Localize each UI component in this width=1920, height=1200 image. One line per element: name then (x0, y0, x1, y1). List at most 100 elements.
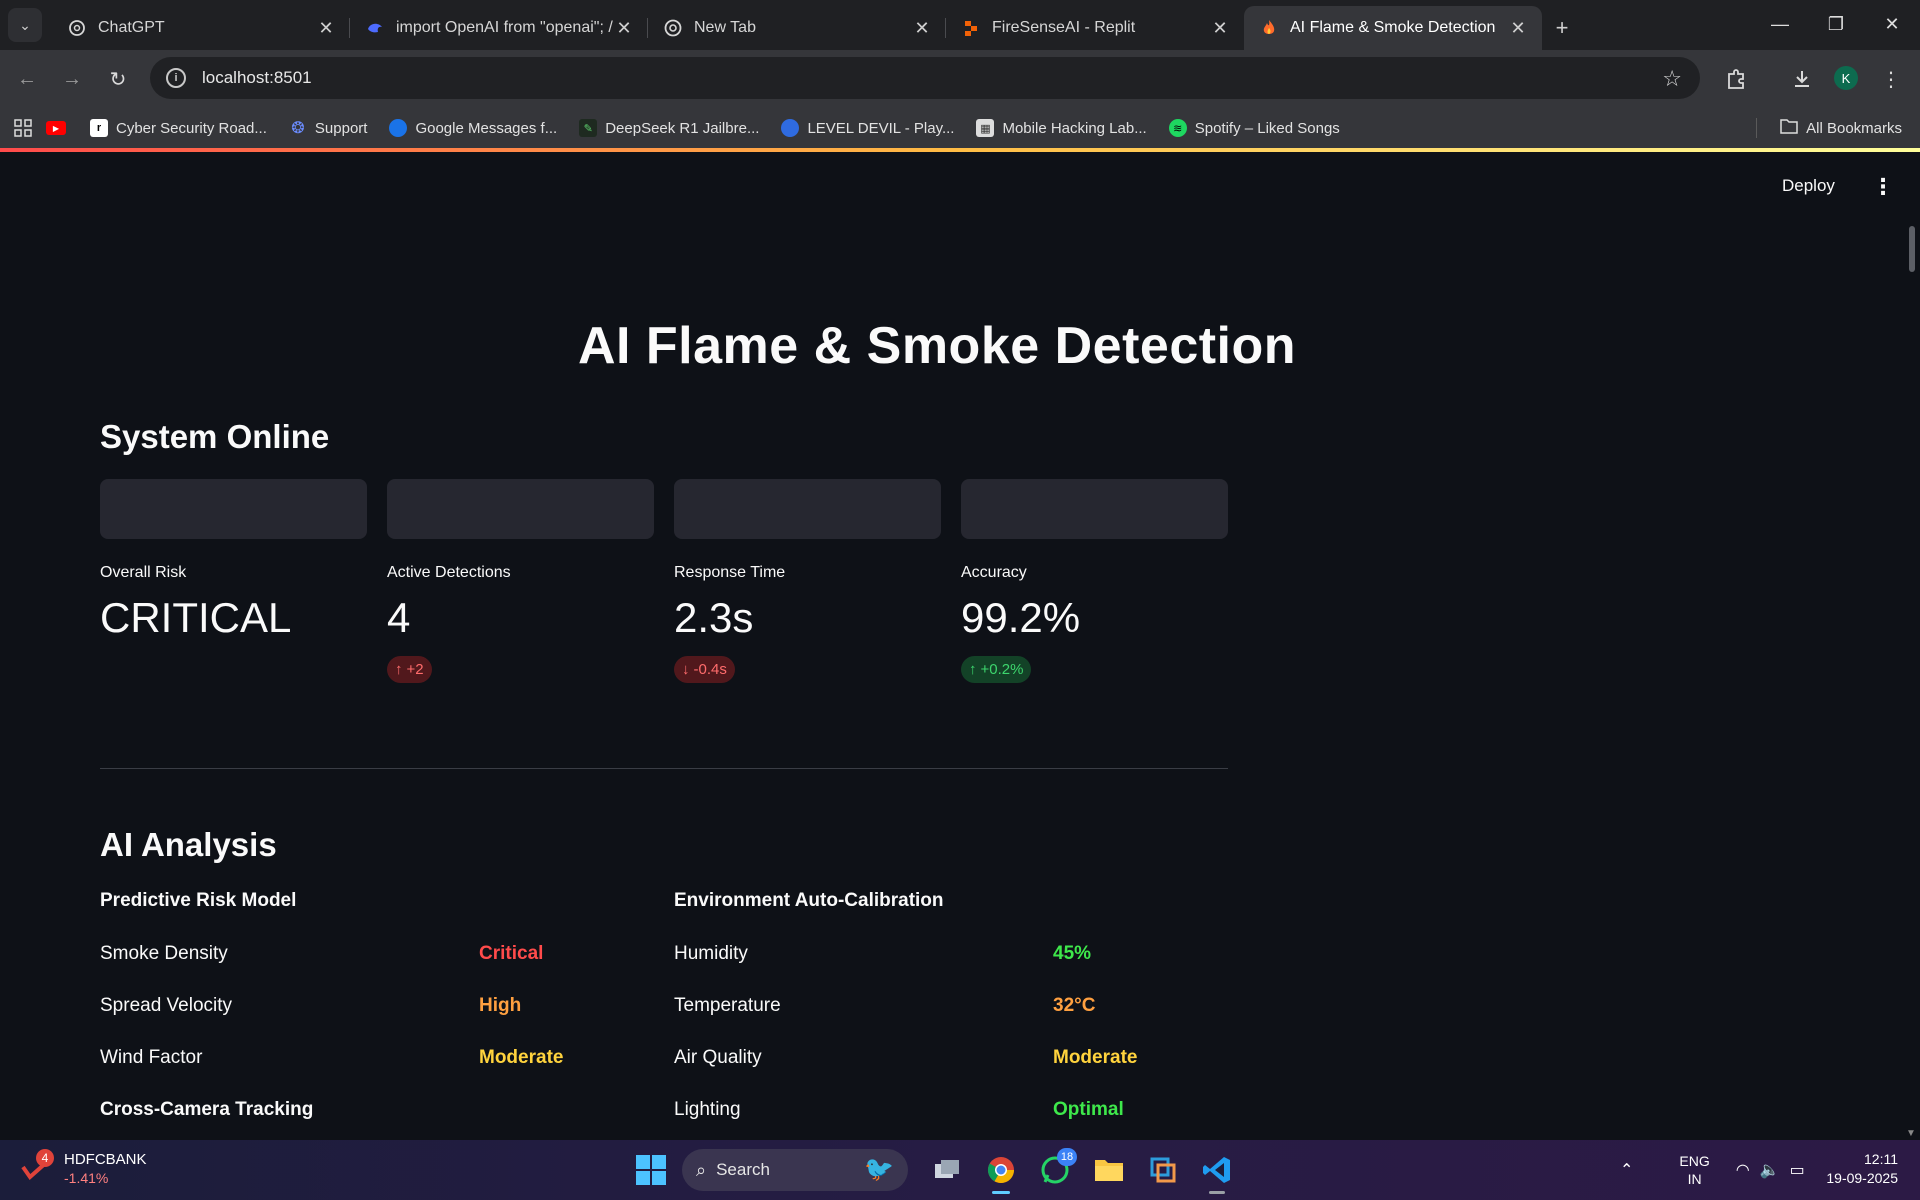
profile-avatar[interactable]: K (1834, 66, 1858, 90)
notification-badge: 4 (36, 1149, 54, 1167)
windows-start-icon[interactable] (636, 1155, 666, 1185)
close-icon[interactable]: ✕ (316, 18, 336, 39)
tab-title: FireSenseAI - Replit (992, 19, 1136, 36)
restore-button[interactable]: ❐ (1808, 0, 1864, 48)
metric-card-placeholder (387, 479, 654, 539)
deploy-button[interactable]: Deploy (1782, 176, 1835, 196)
tab-list: ChatGPT ✕ import OpenAI from "openai"; /… (52, 6, 1582, 50)
language-indicator[interactable]: ENG IN (1679, 1152, 1709, 1188)
url-text: localhost:8501 (202, 68, 312, 87)
bookmark-cyber-security[interactable]: r Cyber Security Road... (90, 119, 267, 137)
region-code: IN (1687, 1171, 1702, 1187)
back-button[interactable]: ← (12, 64, 42, 94)
page-title: AI Flame & Smoke Detection (577, 317, 1297, 375)
arrow-left-icon: ← (17, 67, 37, 90)
folder-icon (1780, 118, 1798, 138)
minimize-button[interactable]: — (1752, 0, 1808, 48)
tab-openai-import[interactable]: import OpenAI from "openai"; / ✕ (350, 6, 648, 50)
analysis-heading: AI Analysis (100, 826, 277, 863)
reload-icon: ↻ (109, 68, 127, 91)
bookmark-support[interactable]: ❂ Support (289, 119, 367, 138)
extensions-icon[interactable] (1721, 64, 1751, 94)
row-value-wind-factor: Moderate (479, 1047, 564, 1068)
metric-label-active-detections: Active Detections (387, 564, 511, 581)
tab-new-tab[interactable]: New Tab ✕ (648, 6, 946, 50)
browser-menu-icon[interactable]: ⋮ (1876, 64, 1906, 94)
browser-toolbar: ← → ↻ i localhost:8501 ☆ ⋮ (0, 50, 1920, 108)
search-label: Search (716, 1160, 770, 1179)
forward-button[interactable]: → (57, 64, 87, 94)
row-label-air-quality: Air Quality (674, 1047, 762, 1068)
remote-desktop-icon[interactable] (1141, 1148, 1185, 1192)
bookmark-spotify[interactable]: ≋ Spotify – Liked Songs (1168, 119, 1340, 137)
chevron-up-icon[interactable]: ⌃ (1620, 1160, 1633, 1180)
row-label-smoke-density: Smoke Density (100, 943, 228, 964)
task-view-icon[interactable] (925, 1148, 969, 1192)
reload-button[interactable]: ↻ (103, 64, 133, 94)
chatgpt-icon (68, 19, 86, 37)
apps-icon[interactable] (14, 119, 32, 137)
page-scrollbar[interactable] (1909, 226, 1915, 272)
window-controls: — ❐ ✕ (1752, 0, 1920, 48)
tab-chatgpt[interactable]: ChatGPT ✕ (52, 6, 350, 50)
chrome-taskbar-icon[interactable] (979, 1148, 1023, 1194)
metric-value-response-time: 2.3s (674, 594, 754, 641)
metric-value-overall-risk: CRITICAL (100, 594, 292, 641)
address-bar[interactable]: i localhost:8501 ☆ (150, 57, 1700, 99)
notification-badge: 18 (1057, 1148, 1077, 1166)
all-bookmarks-button[interactable]: All Bookmarks (1780, 118, 1902, 138)
row-value-spread-velocity: High (479, 995, 522, 1016)
arrow-up-icon: ↑ (969, 661, 977, 678)
scroll-down-icon[interactable]: ▼ (1906, 1128, 1916, 1139)
bookmark-level-devil[interactable]: LEVEL DEVIL - Play... (781, 119, 954, 137)
row-value-temperature: 32°C (1053, 995, 1096, 1016)
metric-value-active-detections: 4 (387, 594, 411, 641)
tab-title: import OpenAI from "openai"; / (396, 19, 613, 36)
metric-label-response-time: Response Time (674, 564, 786, 581)
tab-firesenseai-replit[interactable]: FireSenseAI - Replit ✕ (946, 6, 1244, 50)
tab-ai-flame-smoke[interactable]: AI Flame & Smoke Detection ✕ (1244, 6, 1542, 50)
vscode-icon[interactable] (1195, 1148, 1239, 1194)
bookmark-star-icon[interactable]: ☆ (1662, 66, 1682, 92)
whatsapp-icon[interactable]: 18 (1033, 1148, 1077, 1192)
row-value-humidity: 45% (1053, 943, 1092, 964)
row-label-humidity: Humidity (674, 943, 748, 964)
language-code: ENG (1679, 1153, 1710, 1169)
stock-widget[interactable]: 4 HDFCBANK -1.41% (20, 1149, 147, 1188)
taskbar-search[interactable]: ⌕ Search 🐦 (682, 1149, 908, 1191)
minimize-icon: — (1771, 13, 1789, 34)
app-menu-icon[interactable]: ⋮ (1872, 174, 1894, 200)
bookmark-deepseek[interactable]: ✎ DeepSeek R1 Jailbre... (579, 119, 759, 137)
stock-change: -1.41% (64, 1170, 109, 1186)
download-icon[interactable] (1787, 64, 1817, 94)
file-explorer-icon[interactable] (1087, 1148, 1131, 1192)
taskbar-apps: ⌕ Search 🐦 18 (636, 1146, 1244, 1194)
new-tab-button[interactable]: + (1542, 6, 1582, 50)
predictive-heading: Predictive Risk Model (100, 890, 297, 911)
close-icon[interactable]: ✕ (1508, 18, 1528, 39)
metric-card-placeholder (100, 479, 367, 539)
delta-text: -0.4s (693, 661, 727, 678)
stock-chart-icon: 4 (20, 1149, 54, 1185)
tab-title: New Tab (694, 19, 756, 36)
messages-icon (389, 119, 408, 137)
search-icon: ⌕ (696, 1159, 707, 1180)
bookmark-mobile-hacking[interactable]: ▦ Mobile Hacking Lab... (976, 119, 1147, 137)
wifi-icon[interactable]: ◠ (1736, 1160, 1750, 1180)
close-icon[interactable]: ✕ (614, 18, 634, 39)
close-window-button[interactable]: ✕ (1864, 0, 1920, 48)
chevron-down-icon: ⌄ (19, 16, 31, 33)
youtube-icon: ▶ (46, 121, 66, 135)
bookmark-google-messages[interactable]: Google Messages f... (389, 119, 557, 137)
youtube-bookmark[interactable]: ▶ (46, 121, 74, 135)
battery-icon[interactable]: ▭ (1790, 1160, 1805, 1180)
site-info-icon[interactable]: i (166, 68, 186, 88)
volume-icon[interactable]: 🔈 (1760, 1160, 1780, 1180)
close-icon[interactable]: ✕ (912, 18, 932, 39)
close-icon[interactable]: ✕ (1210, 18, 1230, 39)
system-clock[interactable]: 12:11 19-09-2025 (1826, 1150, 1898, 1188)
tab-search-button[interactable]: ⌄ (8, 8, 42, 42)
arrow-down-icon: ↓ (682, 661, 690, 678)
clock-time: 12:11 (1864, 1151, 1898, 1167)
deepseek-icon: ✎ (579, 119, 598, 137)
